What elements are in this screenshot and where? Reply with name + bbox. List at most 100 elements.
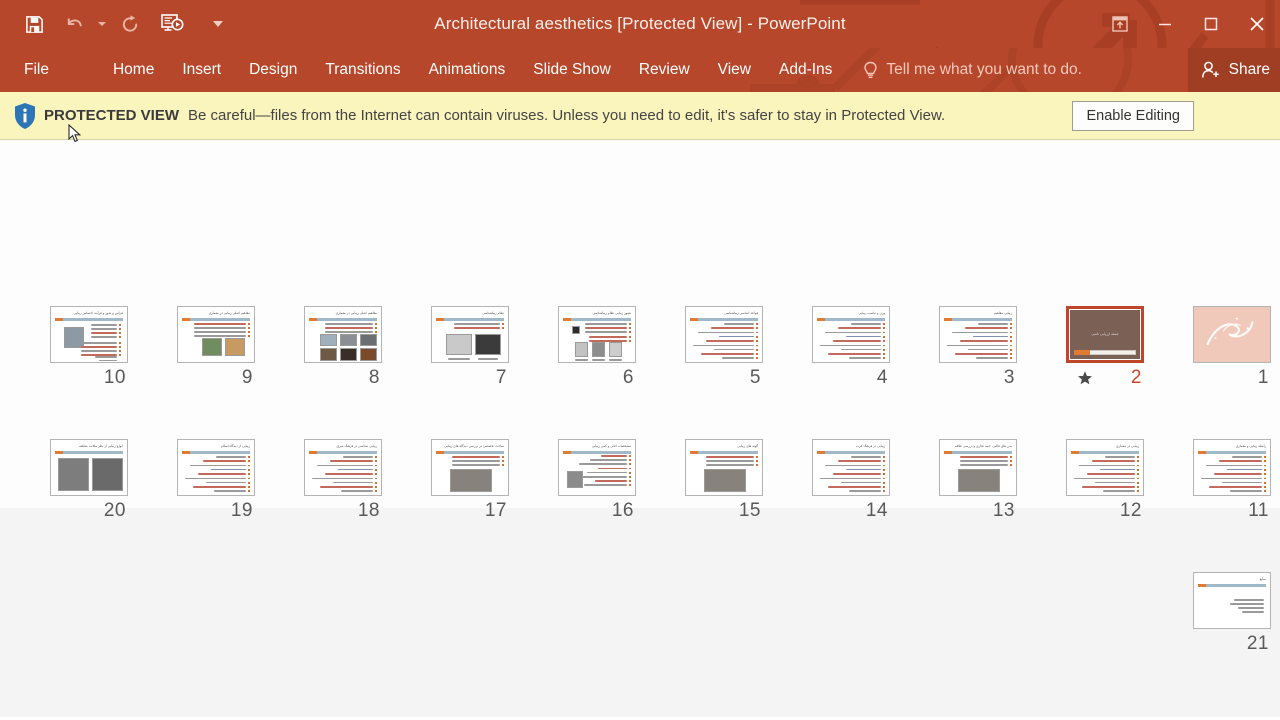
slide-rule xyxy=(436,451,504,454)
tab-transitions[interactable]: Transitions xyxy=(311,48,414,92)
slide-thumbnail-17[interactable]: مباحث تخصصی در بررسی دیدگاه های زیبایی 1… xyxy=(431,439,509,526)
slide-number: 5 xyxy=(749,367,761,388)
tab-design[interactable]: Design xyxy=(235,48,311,92)
tab-review[interactable]: Review xyxy=(625,48,704,92)
thumbnail-frame[interactable]: زیبایی در معماری xyxy=(1066,439,1144,496)
ribbon-display-options-icon[interactable] xyxy=(1098,0,1142,48)
protected-view-bar: PROTECTED VIEW Be careful—files from the… xyxy=(0,92,1280,140)
animation-indicator-icon[interactable] xyxy=(1077,370,1093,386)
tab-file[interactable]: File xyxy=(10,48,63,92)
slide-rule xyxy=(1198,451,1266,454)
restore-icon[interactable] xyxy=(1188,0,1234,48)
slide-thumbnail-1[interactable]: 1 xyxy=(1193,306,1271,393)
thumbnail-frame[interactable]: زیبایی مفاهیم xyxy=(939,306,1017,363)
slide-number: 18 xyxy=(357,500,380,521)
customize-quick-access-toolbar-icon[interactable] xyxy=(194,1,242,47)
tell-me-search[interactable]: Tell me what you want to do. xyxy=(862,48,1082,92)
share-button[interactable]: Share xyxy=(1187,48,1280,92)
thumbnail-meta: 17 xyxy=(431,496,509,526)
thumbnail-frame[interactable]: متن های قالبی، جنبه تجاری و بررسی علاقه xyxy=(939,439,1017,496)
undo-icon[interactable] xyxy=(54,1,94,47)
tab-view[interactable]: View xyxy=(704,48,765,92)
slide-thumbnail-2[interactable]: جمعه ارزیابی ناشی 2 xyxy=(1066,306,1144,393)
slide-number: 2 xyxy=(1130,367,1142,388)
slide-number: 1 xyxy=(1257,367,1269,388)
thumbnail-meta: 4 xyxy=(812,363,890,393)
slide-thumbnail-13[interactable]: متن های قالبی، جنبه تجاری و بررسی علاقه … xyxy=(939,439,1017,526)
thumbnail-frame[interactable]: مفاهیم اصلی زیبایی در معماری xyxy=(304,306,382,363)
quick-access-toolbar xyxy=(14,0,242,48)
tab-insert[interactable]: Insert xyxy=(168,48,235,92)
slide-sorter-pane[interactable]: هراس و شور و فرآیند احساس زیبایی 10 مفاه… xyxy=(0,140,1280,717)
thumbnail-meta: 8 xyxy=(304,363,382,393)
enable-editing-button[interactable]: Enable Editing xyxy=(1072,100,1194,131)
thumbnail-meta: 6 xyxy=(558,363,636,393)
thumbnail-frame[interactable]: انواع زیبایی از نظر مکاتب مختلف xyxy=(50,439,128,496)
thumbnail-canvas: زیبایی مفاهیم xyxy=(940,307,1016,362)
slide-thumbnail-19[interactable]: زیبایی از دیدگاه اسلام 19 xyxy=(177,439,255,526)
close-icon[interactable] xyxy=(1234,0,1280,48)
slide-thumbnail-21[interactable]: منابع 21 xyxy=(1193,572,1271,659)
thumbnail-frame[interactable]: نظام زیباشناسی xyxy=(431,306,509,363)
slide-rule xyxy=(55,451,123,454)
thumbnail-frame[interactable]: جمعه ارزیابی ناشی xyxy=(1066,306,1144,363)
slide-number: 13 xyxy=(992,500,1015,521)
slide-number: 4 xyxy=(876,367,888,388)
slide-thumbnail-12[interactable]: زیبایی در معماری 12 xyxy=(1066,439,1144,526)
slide-title: منابع xyxy=(1259,577,1266,581)
tell-me-placeholder: Tell me what you want to do. xyxy=(886,61,1082,78)
slide-thumbnail-16[interactable]: مشخصات اثاثی و کمی زیبایی 16 xyxy=(558,439,636,526)
thumbnail-frame[interactable]: مفاهیم اصلی زیبایی در معماری xyxy=(177,306,255,363)
thumbnail-canvas xyxy=(1194,307,1270,362)
slide-thumbnail-8[interactable]: مفاهیم اصلی زیبایی در معماری 8 xyxy=(304,306,382,393)
thumbnail-frame[interactable]: رابطه زیبایی و معماری xyxy=(1193,439,1271,496)
tab-home[interactable]: Home xyxy=(99,48,168,92)
slide-thumbnail-5[interactable]: قواعد اساسی زیباشناسی 5 xyxy=(685,306,763,393)
slide-title: زیبایی مفاهیم xyxy=(994,311,1012,315)
thumbnail-frame[interactable]: مشخصات اثاثی و کمی زیبایی xyxy=(558,439,636,496)
slide-rule xyxy=(817,318,885,321)
thumbnail-frame[interactable]: مباحث تخصصی در بررسی دیدگاه های زیبایی xyxy=(431,439,509,496)
slide-thumbnail-3[interactable]: زیبایی مفاهیم 3 xyxy=(939,306,1017,393)
slide-number: 15 xyxy=(738,500,761,521)
slide-thumbnail-14[interactable]: زیبایی در فرهنگ غرب 14 xyxy=(812,439,890,526)
slide-title: مشخصات اثاثی و کمی زیبایی xyxy=(591,444,631,448)
thumbnail-meta: 16 xyxy=(558,496,636,526)
slide-number: 11 xyxy=(1248,500,1269,521)
thumbnail-frame[interactable]: گونه های زیبایی xyxy=(685,439,763,496)
redo-icon[interactable] xyxy=(110,1,150,47)
thumbnail-canvas: مباحث تخصصی در بررسی دیدگاه های زیبایی xyxy=(432,440,508,495)
thumbnail-frame[interactable]: وزن و تناسب زیبایی xyxy=(812,306,890,363)
slide-thumbnail-20[interactable]: انواع زیبایی از نظر مکاتب مختلف 20 xyxy=(50,439,128,526)
slide-thumbnail-9[interactable]: مفاهیم اصلی زیبایی در معماری 9 xyxy=(177,306,255,393)
slide-number: 16 xyxy=(611,500,634,521)
undo-dropdown-caret-icon[interactable] xyxy=(94,1,110,47)
thumbnail-canvas: جمعه ارزیابی ناشی xyxy=(1069,309,1141,360)
slide-thumbnail-10[interactable]: هراس و شور و فرآیند احساس زیبایی 10 xyxy=(50,306,128,393)
start-slideshow-icon[interactable] xyxy=(150,1,194,47)
thumbnail-frame[interactable]: منابع xyxy=(1193,572,1271,629)
thumbnail-frame[interactable]: زیبایی از دیدگاه اسلام xyxy=(177,439,255,496)
thumbnail-canvas: زیبایی در فرهنگ غرب xyxy=(813,440,889,495)
slide-thumbnail-11[interactable]: رابطه زیبایی و معماری 11 xyxy=(1193,439,1271,526)
slide-thumbnail-7[interactable]: نظام زیباشناسی 7 xyxy=(431,306,509,393)
slide-rule xyxy=(563,318,631,321)
thumbnail-frame[interactable]: قواعد اساسی زیباشناسی xyxy=(685,306,763,363)
slide-thumbnail-6[interactable]: تصور زیبایی نظام زیباشناسی 6 xyxy=(558,306,636,393)
thumbnail-frame[interactable]: تصور زیبایی نظام زیباشناسی xyxy=(558,306,636,363)
thumbnail-frame[interactable]: هراس و شور و فرآیند احساس زیبایی xyxy=(50,306,128,363)
thumbnail-frame[interactable]: زیبایی شناسی در فرهنگ شرق xyxy=(304,439,382,496)
tab-add-ins[interactable]: Add-Ins xyxy=(765,48,846,92)
slide-thumbnail-15[interactable]: گونه های زیبایی 15 xyxy=(685,439,763,526)
slide-title: زیبایی در معماری xyxy=(1116,444,1139,448)
thumbnail-frame[interactable]: زیبایی در فرهنگ غرب xyxy=(812,439,890,496)
thumbnail-canvas: زیبایی در معماری xyxy=(1067,440,1143,495)
slide-thumbnail-18[interactable]: زیبایی شناسی در فرهنگ شرق 18 xyxy=(304,439,382,526)
tab-slide-show[interactable]: Slide Show xyxy=(519,48,625,92)
slide-rule xyxy=(436,318,504,321)
thumbnail-frame[interactable] xyxy=(1193,306,1271,363)
slide-thumbnail-4[interactable]: وزن و تناسب زیبایی 4 xyxy=(812,306,890,393)
tab-animations[interactable]: Animations xyxy=(415,48,520,92)
minimize-icon[interactable] xyxy=(1142,0,1188,48)
save-icon[interactable] xyxy=(14,1,54,47)
